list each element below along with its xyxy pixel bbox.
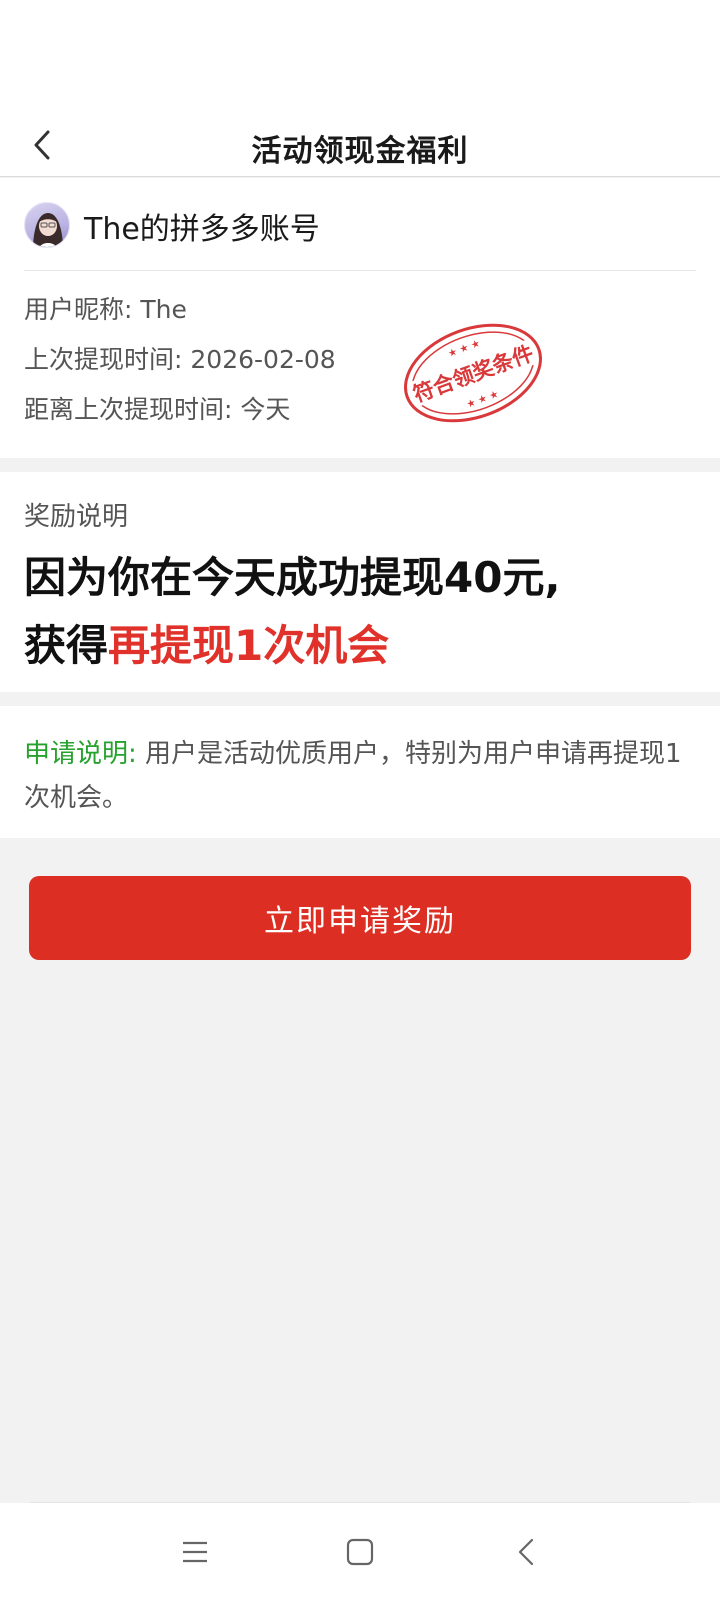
account-card: The的拼多多账号 用户昵称: The 上次提现时间: 2026-02-08 距… bbox=[0, 178, 720, 458]
since-withdraw-label: 距离上次提现时间: bbox=[24, 395, 233, 424]
nickname-value: The bbox=[140, 295, 187, 324]
reward-headline: 因为你在今天成功提现40元, bbox=[24, 553, 561, 602]
page-title: 活动领现金福利 bbox=[251, 134, 469, 169]
last-withdraw-value: 2026-02-08 bbox=[190, 345, 336, 374]
since-withdraw-value: 今天 bbox=[240, 395, 291, 424]
reward-prefix: 获得 bbox=[24, 621, 109, 670]
system-menu-button[interactable] bbox=[175, 1533, 215, 1573]
square-home-icon bbox=[346, 1538, 374, 1566]
system-back-button[interactable] bbox=[508, 1533, 548, 1573]
menu-icon bbox=[183, 1541, 207, 1563]
avatar[interactable] bbox=[24, 202, 70, 248]
account-name: The的拼多多账号 bbox=[84, 212, 320, 247]
apply-lead: 申请说明: bbox=[24, 739, 137, 769]
last-withdraw-row: 上次提现时间: 2026-02-08 bbox=[24, 340, 336, 376]
nav-bar: 活动领现金福利 bbox=[0, 110, 720, 177]
last-withdraw-label: 上次提现时间: bbox=[24, 345, 183, 374]
status-bar bbox=[0, 0, 720, 110]
stamp-stars-bottom: ★ ★ ★ bbox=[465, 389, 500, 411]
system-nav-bar bbox=[0, 1503, 720, 1600]
reward-subline: 获得再提现1次机会 bbox=[24, 612, 389, 673]
avatar-image bbox=[33, 213, 63, 247]
nickname-row: 用户昵称: The bbox=[24, 290, 187, 326]
system-home-button[interactable] bbox=[340, 1533, 380, 1573]
reward-highlight: 再提现1次机会 bbox=[108, 621, 390, 670]
reward-label: 奖励说明 bbox=[24, 502, 129, 532]
divider bbox=[24, 270, 696, 271]
apply-description: 申请说明: 用户是活动优质用户，特别为用户申请再提现1次机会。 bbox=[24, 732, 696, 820]
eligibility-stamp: ★ ★ ★ 符合领奖条件 ★ ★ ★ bbox=[404, 323, 542, 423]
since-withdraw-row: 距离上次提现时间: 今天 bbox=[24, 390, 290, 426]
apply-reward-button[interactable]: 立即申请奖励 bbox=[29, 876, 691, 960]
nickname-label: 用户昵称: bbox=[24, 295, 133, 324]
apply-card: 申请说明: 用户是活动优质用户，特别为用户申请再提现1次机会。 bbox=[0, 706, 720, 838]
triangle-back-icon bbox=[518, 1538, 534, 1566]
reward-card: 奖励说明 因为你在今天成功提现40元, 获得再提现1次机会 bbox=[0, 472, 720, 692]
